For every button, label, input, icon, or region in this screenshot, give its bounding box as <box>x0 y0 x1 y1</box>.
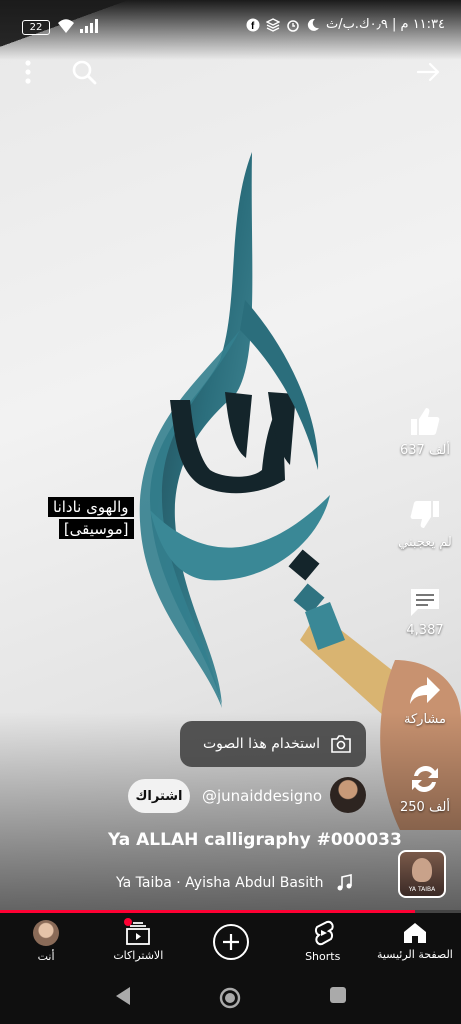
nav-shorts-label: Shorts <box>305 950 341 963</box>
create-button[interactable] <box>212 923 249 960</box>
bottom-nav: الصفحة الرئيسية Shorts الاشتراكات أنت <box>0 913 461 970</box>
music-label: Ya Taiba · Ayisha Abdul Basith <box>116 875 324 891</box>
remix-icon <box>412 766 438 792</box>
like-button[interactable]: 637 ألف <box>397 405 453 458</box>
status-time: ١١:٣٤ م | ٠٫٩ك.ب/ث <box>325 17 445 32</box>
nav-subscriptions-label: الاشتراكات <box>113 949 164 962</box>
comments-count: 4,387 <box>406 623 444 638</box>
system-recents-icon[interactable] <box>329 986 347 1004</box>
more-options-icon[interactable] <box>14 58 42 86</box>
channel-avatar[interactable] <box>330 777 366 813</box>
use-sound-label: استخدام هذا الصوت <box>202 736 320 752</box>
nav-subscriptions[interactable]: الاشتراكات <box>92 913 184 970</box>
thumb-up-icon <box>411 408 440 435</box>
signal-icon <box>80 19 98 33</box>
remix-count: 250 ألف <box>400 800 450 815</box>
status-right-group: f ١١:٣٤ م | ٠٫٩ك.ب/ث <box>246 17 445 32</box>
channel-handle[interactable]: @junaiddesigno <box>202 787 322 805</box>
music-note-icon <box>337 874 353 891</box>
wifi-icon <box>58 19 74 33</box>
status-bar: 22 f ١١:٣٤ م | ٠٫٩ك.ب/ث <box>0 0 461 50</box>
moon-icon <box>307 18 319 31</box>
home-icon <box>403 923 426 943</box>
system-nav-bar <box>0 970 461 1024</box>
camera-icon <box>331 735 351 753</box>
comment-icon <box>411 589 439 616</box>
use-sound-button[interactable]: استخدام هذا الصوت <box>180 721 366 767</box>
share-button[interactable]: مشاركة <box>397 674 453 727</box>
lyrics-caption: والهوى نادانا [موسيقى] <box>48 497 134 539</box>
comments-button[interactable]: 4,387 <box>397 585 453 638</box>
back-arrow-icon[interactable] <box>414 58 442 86</box>
user-avatar <box>33 920 60 946</box>
subscribe-button[interactable]: اشتراك <box>128 779 190 813</box>
nav-you[interactable]: أنت <box>0 913 92 970</box>
music-thumbnail[interactable]: YA TAIBA <box>398 850 446 898</box>
share-label: مشاركة <box>404 712 446 727</box>
lyrics-line-1: والهوى نادانا <box>48 497 134 517</box>
lyrics-line-2: [موسيقى] <box>58 519 134 539</box>
shorts-icon <box>314 920 334 946</box>
music-row[interactable]: Ya Taiba · Ayisha Abdul Basith <box>116 874 353 892</box>
system-home-icon[interactable] <box>218 986 242 1010</box>
search-icon[interactable] <box>70 58 98 86</box>
alarm-icon <box>287 19 299 32</box>
like-count: 637 ألف <box>400 443 450 458</box>
nav-home[interactable]: الصفحة الرئيسية <box>369 913 461 970</box>
nav-create[interactable] <box>184 913 276 970</box>
battery-indicator: 22 <box>22 20 50 35</box>
video-title[interactable]: Ya ALLAH calligraphy #000033 <box>108 830 402 850</box>
system-back-icon[interactable] <box>114 986 132 1006</box>
dislike-label: لم يعجبني <box>398 535 452 550</box>
dislike-button[interactable]: لم يعجبني <box>397 497 453 550</box>
layers-icon <box>265 17 280 32</box>
music-thumbnail-face <box>412 858 432 882</box>
facebook-icon: f <box>246 18 260 32</box>
video-player[interactable] <box>0 0 461 912</box>
nav-shorts[interactable]: Shorts <box>277 913 369 970</box>
share-icon <box>410 677 440 704</box>
thumb-down-icon <box>410 501 439 528</box>
remix-button[interactable]: 250 ألف <box>397 762 453 815</box>
plus-icon <box>222 933 239 950</box>
nav-you-label: أنت <box>37 950 55 963</box>
nav-home-label: الصفحة الرئيسية <box>376 948 453 961</box>
music-thumbnail-text: YA TAIBA <box>408 886 436 893</box>
